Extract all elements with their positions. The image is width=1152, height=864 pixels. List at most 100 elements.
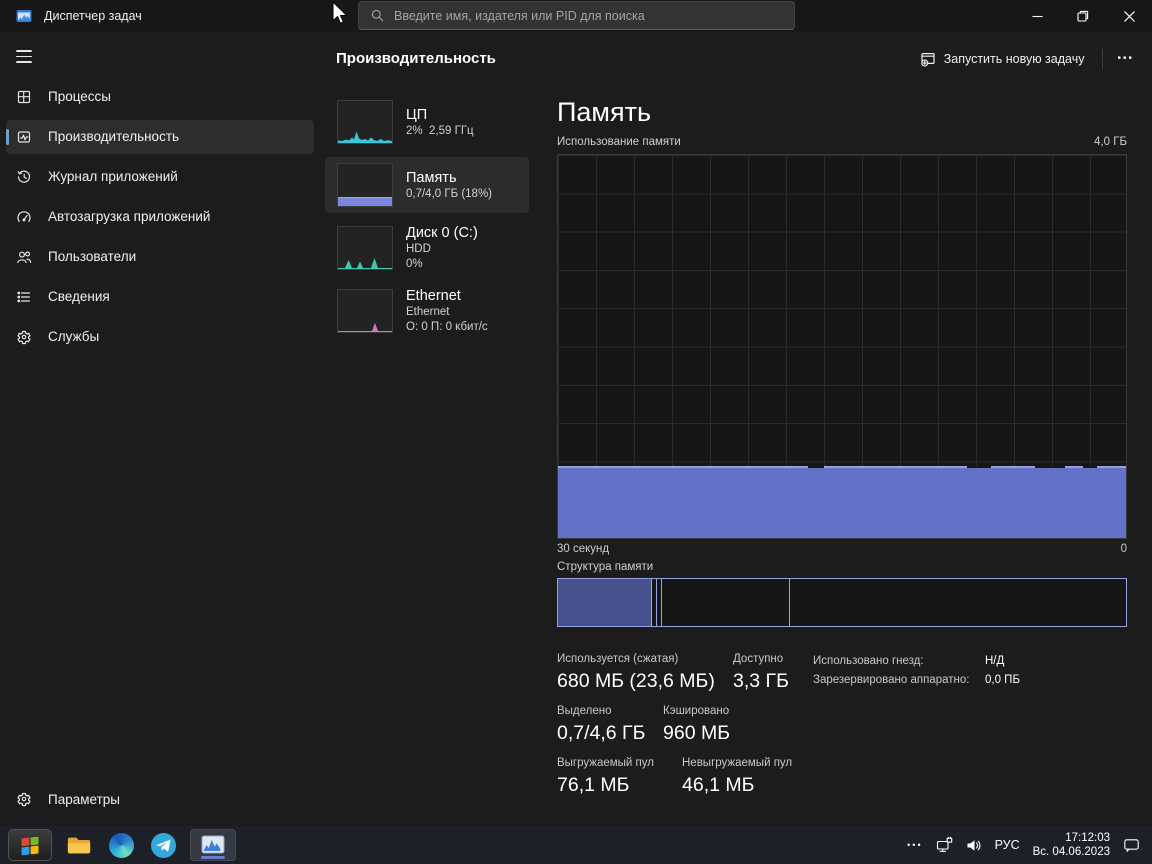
detail-value: Н/Д	[985, 655, 1005, 667]
memory-details: Использовано гнезд: Н/Д Зарезервировано …	[813, 652, 1020, 690]
sidebar-item-settings[interactable]: Параметры	[6, 782, 314, 816]
stat-value: 960 МБ	[663, 722, 730, 744]
sidebar-item-services[interactable]: Службы	[6, 320, 314, 354]
card-ethernet[interactable]: Ethernet Ethernet О: 0 П: 0 кбит/с	[325, 283, 529, 339]
windows-logo-icon	[21, 836, 39, 856]
memory-title: Память	[557, 97, 652, 127]
search-input[interactable]	[392, 7, 794, 24]
chart-time-label: 30 секунд	[557, 543, 610, 555]
window-titlebar: Диспетчер задач	[0, 0, 1152, 32]
sidebar-item-startup-apps[interactable]: Автозагрузка приложений	[6, 200, 314, 234]
card-disk[interactable]: Диск 0 (C:) HDD 0%	[325, 220, 529, 276]
language-indicator[interactable]: РУС	[995, 838, 1020, 852]
restore-button[interactable]	[1060, 0, 1106, 32]
memory-usage-chart	[557, 154, 1127, 539]
tray-overflow-button[interactable]: •••	[907, 840, 922, 850]
settings-gear-icon	[16, 791, 32, 807]
stat-label: Используется (сжатая)	[557, 653, 679, 665]
stat-value: 46,1 МБ	[682, 774, 755, 796]
stat-label: Доступно	[733, 653, 784, 665]
card-memory-title: Память	[406, 169, 457, 186]
card-ethernet-type: Ethernet	[406, 306, 450, 318]
stat-value: 0,7/4,6 ГБ	[557, 722, 646, 744]
card-memory-stats: 0,7/4,0 ГБ (18%)	[406, 187, 493, 200]
volume-tray-icon[interactable]	[966, 838, 982, 853]
page-title: Производительность	[336, 50, 496, 67]
detail-label: Использовано гнезд:	[813, 655, 924, 667]
memory-max-label: 4,0 ГБ	[1094, 136, 1127, 148]
sidebar-item-label: Параметры	[48, 791, 120, 807]
close-button[interactable]	[1106, 0, 1152, 32]
sidebar: Процессы Производительность Журнал прило…	[0, 32, 320, 826]
card-cpu[interactable]: ЦП 2% 2,59 ГГц	[325, 94, 529, 150]
minimize-button[interactable]	[1014, 0, 1060, 32]
stat-value: 76,1 МБ	[557, 774, 630, 796]
composition-in-use-segment	[558, 579, 652, 626]
run-new-task-button[interactable]: Запустить новую задачу	[912, 46, 1093, 72]
app-icon	[16, 8, 32, 24]
task-manager-taskbar-button[interactable]	[190, 829, 236, 861]
sidebar-item-label: Процессы	[48, 89, 112, 105]
run-new-task-icon	[920, 51, 936, 67]
active-app-indicator	[201, 856, 225, 859]
sidebar-item-performance[interactable]: Производительность	[6, 119, 314, 154]
composition-standby-divider	[788, 579, 790, 626]
card-memory[interactable]: Память 0,7/4,0 ГБ (18%)	[325, 157, 529, 213]
sidebar-item-processes[interactable]: Процессы	[6, 80, 314, 114]
taskbar-clock[interactable]: 17:12:03 Вс. 04.06.2023	[1033, 831, 1110, 859]
sidebar-item-label: Сведения	[48, 289, 110, 305]
sidebar-item-label: Производительность	[48, 129, 180, 145]
telegram-icon[interactable]	[148, 830, 178, 860]
task-manager-icon	[201, 835, 225, 854]
window-controls	[1014, 0, 1152, 32]
sidebar-item-label: Автозагрузка приложений	[48, 209, 211, 225]
memory-composition-label: Структура памяти	[557, 561, 654, 573]
list-icon	[16, 289, 32, 305]
page-header: Производительность Запустить новую задач…	[320, 32, 1152, 85]
memory-sparkline	[337, 163, 393, 207]
search-icon	[371, 9, 384, 22]
disk-sparkline	[337, 226, 393, 270]
card-cpu-title: ЦП	[406, 106, 428, 123]
memory-panel: Память Использование памяти 4,0 ГБ 30 се…	[557, 85, 1127, 826]
clock-time: 17:12:03	[1065, 832, 1110, 844]
file-explorer-icon[interactable]	[64, 830, 94, 860]
users-icon	[16, 249, 32, 265]
more-options-button[interactable]: •••	[1113, 49, 1138, 68]
card-cpu-stats: 2% 2,59 ГГц	[406, 124, 474, 137]
menu-toggle-button[interactable]	[16, 50, 32, 63]
stat-value: 680 МБ (23,6 МБ)	[557, 670, 715, 692]
history-clock-icon	[16, 169, 32, 185]
performance-icon	[16, 129, 32, 145]
detail-value: 0,0 ПБ	[985, 674, 1020, 686]
edge-browser-icon[interactable]	[106, 830, 136, 860]
sidebar-item-details[interactable]: Сведения	[6, 280, 314, 314]
chart-zero-label: 0	[1120, 543, 1127, 555]
gauge-icon	[16, 209, 32, 225]
stat-label: Кэшировано	[663, 705, 730, 717]
search-box[interactable]	[358, 1, 795, 30]
sidebar-item-label: Службы	[48, 329, 100, 345]
header-divider	[1102, 48, 1104, 69]
stat-label: Выгружаемый пул	[557, 757, 654, 769]
performance-card-list: ЦП 2% 2,59 ГГц Память 0,7/4,0 ГБ (18%) Д…	[325, 85, 529, 826]
card-disk-type: HDD	[406, 243, 431, 255]
card-disk-usage: 0%	[406, 258, 423, 270]
ethernet-sparkline	[337, 289, 393, 333]
sidebar-item-app-history[interactable]: Журнал приложений	[6, 160, 314, 194]
window-title: Диспетчер задач	[44, 9, 142, 23]
sidebar-item-label: Журнал приложений	[48, 169, 178, 185]
card-ethernet-title: Ethernet	[406, 288, 461, 304]
network-tray-icon[interactable]	[936, 837, 953, 853]
detail-label: Зарезервировано аппаратно:	[813, 674, 970, 686]
sidebar-item-users[interactable]: Пользователи	[6, 240, 314, 274]
start-button[interactable]	[8, 829, 52, 861]
card-disk-title: Диск 0 (C:)	[406, 225, 478, 241]
stat-label: Выделено	[557, 705, 612, 717]
notification-center-icon[interactable]	[1123, 837, 1140, 853]
card-ethernet-traffic: О: 0 П: 0 кбит/с	[406, 321, 488, 333]
sidebar-item-label: Пользователи	[48, 249, 137, 265]
memory-composition-bar	[557, 578, 1127, 627]
run-new-task-label: Запустить новую задачу	[943, 51, 1085, 66]
processes-icon	[16, 89, 32, 105]
